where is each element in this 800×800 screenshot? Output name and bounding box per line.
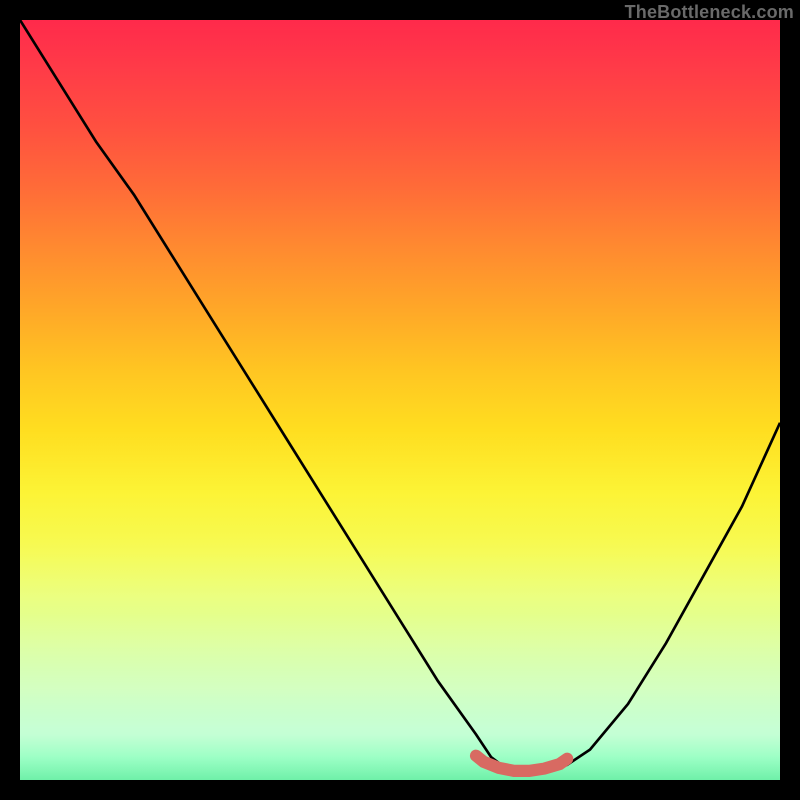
curve-layer (20, 20, 780, 780)
chart-frame: TheBottleneck.com (0, 0, 800, 800)
bottleneck-curve (20, 20, 780, 772)
optimal-range-marker (476, 756, 567, 771)
plot-area (20, 20, 780, 780)
